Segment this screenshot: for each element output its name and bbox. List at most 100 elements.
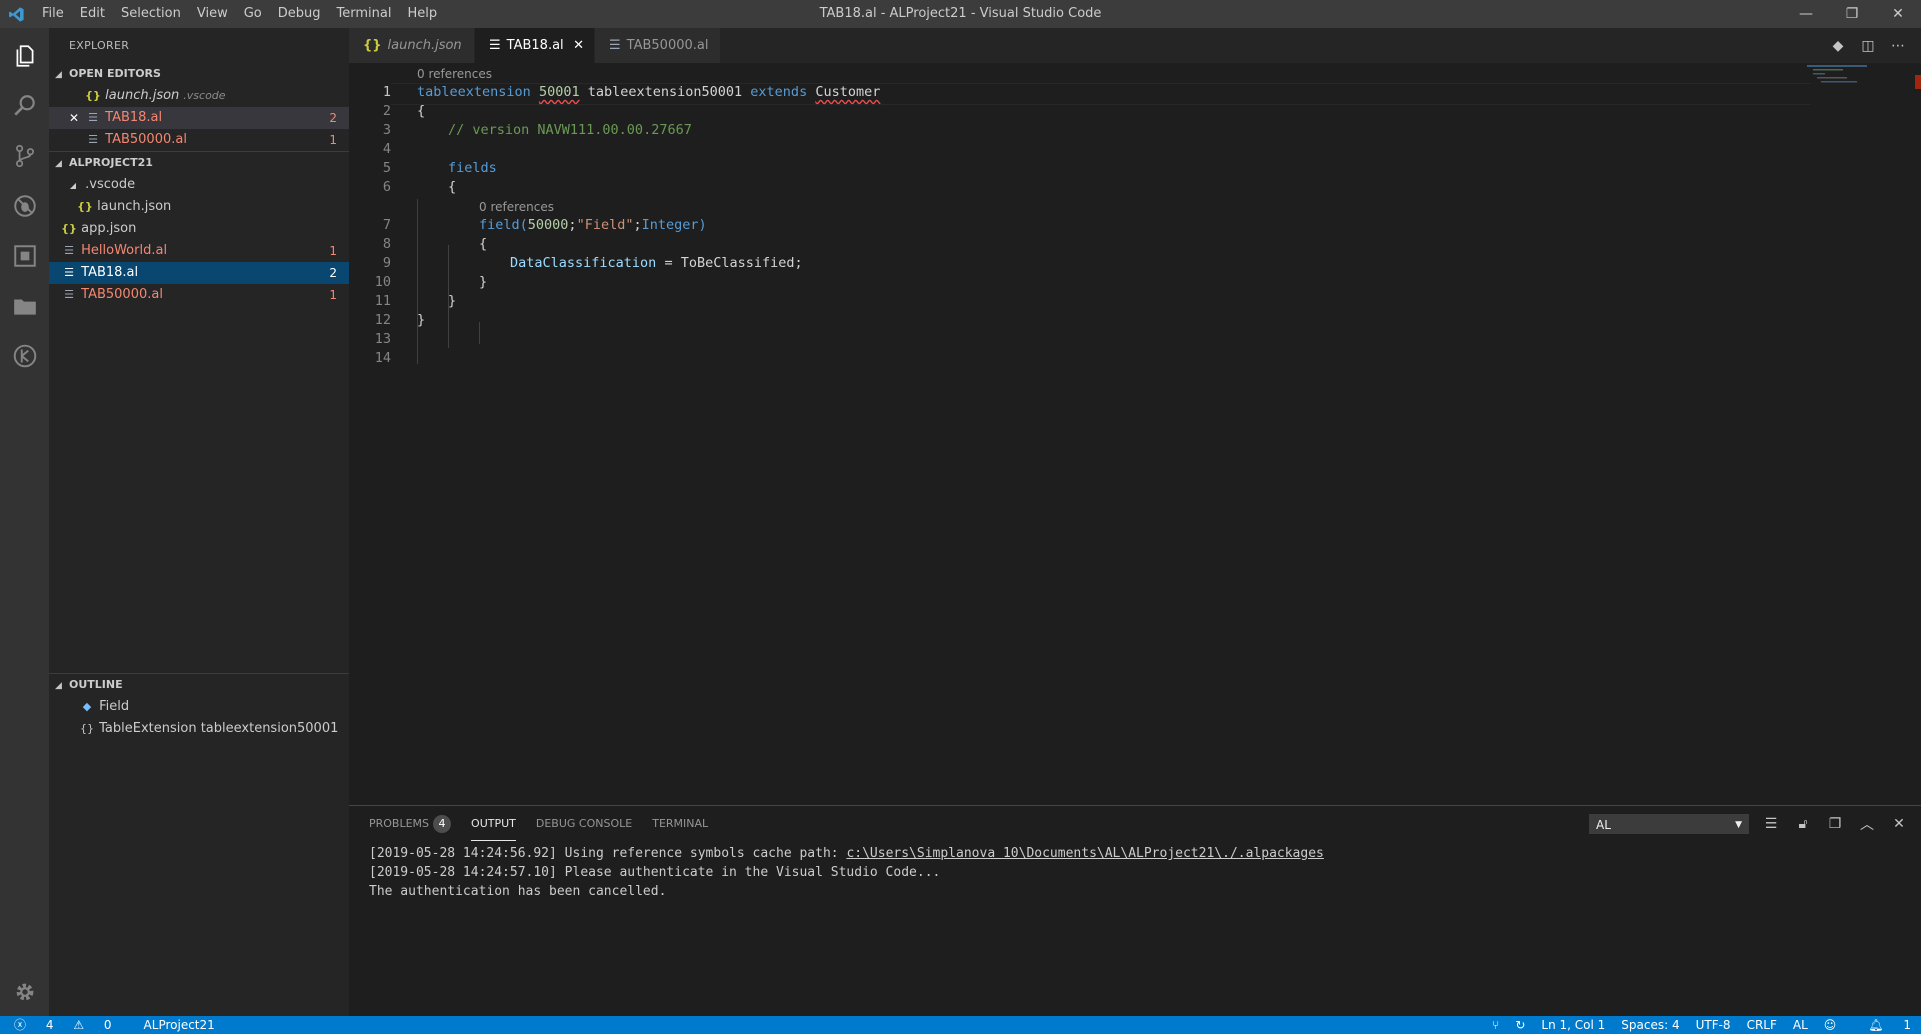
code-line: field(50000;"Field";Integer): [479, 217, 707, 233]
tree-file[interactable]: ☰ HelloWorld.al 1: [49, 240, 349, 262]
code-line: }: [479, 274, 488, 290]
explorer-activity[interactable]: [0, 32, 49, 80]
clear-output-icon[interactable]: ☰: [1755, 816, 1787, 832]
bottom-panel: PROBLEMS 4 OUTPUT DEBUG CONSOLE TERMINAL …: [349, 805, 1921, 1016]
tree-file[interactable]: ☰ TAB50000.al 1: [49, 284, 349, 306]
explorer-title: EXPLORER: [69, 39, 130, 52]
chevron-down-icon: ◢: [55, 681, 62, 691]
cursor-position[interactable]: Ln 1, Col 1: [1541, 1016, 1605, 1034]
close-window-button[interactable]: ✕: [1875, 0, 1921, 28]
line-number: 1: [382, 84, 391, 100]
notifications-status[interactable]: 🔔︎ 1: [1852, 1016, 1911, 1034]
open-editor-item[interactable]: {} launch.json .vscode: [49, 85, 349, 107]
tree-file[interactable]: {} app.json: [49, 218, 349, 240]
outline-header[interactable]: ◢ OUTLINE: [49, 673, 349, 696]
output-line: The authentication has been cancelled.: [369, 884, 667, 899]
feedback-smiley-icon[interactable]: ☺: [1824, 1016, 1837, 1034]
tab-tab50000-al[interactable]: ☰ TAB50000.al: [595, 28, 721, 63]
more-actions-icon[interactable]: ⋯: [1883, 38, 1913, 54]
editor-actions: ◆ ◫ ⋯: [1823, 28, 1913, 63]
codelens-references[interactable]: 0 references: [479, 199, 554, 216]
manage-activity[interactable]: [0, 968, 49, 1016]
project-header[interactable]: ◢ ALPROJECT21: [49, 151, 349, 174]
project-status[interactable]: ALProject21: [144, 1016, 215, 1034]
al-file-icon: ☰: [88, 133, 98, 146]
al-file-icon: ☰: [609, 38, 621, 53]
tab-launch-json[interactable]: {} launch.json: [349, 28, 475, 63]
outline-item[interactable]: ◆ Field: [49, 696, 349, 718]
search-activity[interactable]: [0, 82, 49, 130]
al-file-icon: ☰: [64, 288, 74, 301]
tab-tab18-al[interactable]: ☰ TAB18.al ✕: [475, 28, 595, 63]
status-bar: ⓧ 4 ⚠ 0 ALProject21 ⑂ ↻ Ln 1, Col 1 Spac…: [0, 1016, 1921, 1034]
problem-count-badge: 1: [329, 288, 337, 302]
outline-item[interactable]: {} TableExtension tableextension50001: [49, 718, 349, 740]
tab-debug-console[interactable]: DEBUG CONSOLE: [536, 806, 632, 841]
json-file-icon: {}: [363, 38, 382, 53]
tab-terminal[interactable]: TERMINAL: [652, 806, 708, 841]
warning-icon: ⚠: [73, 1018, 85, 1032]
files-icon: [16, 45, 33, 67]
language-status[interactable]: AL: [1793, 1016, 1808, 1034]
minimize-button[interactable]: —: [1783, 0, 1829, 28]
al-explorer-icon: [13, 344, 36, 368]
minimap[interactable]: [1807, 63, 1907, 103]
tab-output[interactable]: OUTPUT: [471, 806, 516, 841]
branch-icon[interactable]: ⑂: [1492, 1016, 1499, 1034]
open-editor-item[interactable]: ☰ TAB50000.al 1: [49, 129, 349, 151]
sync-icon[interactable]: ↻: [1515, 1016, 1525, 1034]
tree-file-selected[interactable]: ☰ TAB18.al 2: [49, 262, 349, 284]
code-line: }: [417, 312, 426, 328]
restore-button[interactable]: ❐: [1829, 0, 1875, 28]
indentation-status[interactable]: Spaces: 4: [1621, 1016, 1679, 1034]
maximize-panel-icon[interactable]: ︿: [1851, 814, 1883, 834]
close-panel-icon[interactable]: ✕: [1883, 816, 1915, 832]
json-file-icon: {}: [85, 89, 101, 102]
bell-icon: 🔔︎: [1868, 1018, 1884, 1032]
problem-count-badge: 1: [329, 133, 337, 147]
json-file-icon: {}: [77, 200, 93, 213]
editor-tabs: {} launch.json ☰ TAB18.al ✕ ☰ TAB50000.al ◆…: [349, 28, 1921, 63]
encoding-status[interactable]: UTF-8: [1696, 1016, 1731, 1034]
field-symbol-icon: ◆: [82, 700, 92, 713]
close-icon[interactable]: ✕: [573, 28, 584, 63]
problem-count-badge: 2: [329, 111, 337, 125]
source-control-activity[interactable]: [0, 132, 49, 180]
folder-activity[interactable]: [0, 282, 49, 330]
open-editor-item[interactable]: ✕ ☰ TAB18.al 2: [49, 107, 349, 129]
line-number: 13: [374, 331, 391, 347]
code-line: {: [417, 103, 426, 119]
cache-path-link[interactable]: c:\Users\Simplanova 10\Documents\AL\ALPr…: [846, 846, 1323, 861]
code-editor[interactable]: 1 2 3 4 5 6 7 8 9 10 11 12 13 14 0 refer…: [349, 63, 1921, 805]
code-line: tableextension 50001 tableextension50001…: [417, 84, 881, 100]
title-bar: File Edit Selection View Go Debug Termin…: [0, 0, 1921, 28]
extensions-activity[interactable]: [0, 232, 49, 280]
tree-folder[interactable]: ◢ .vscode: [49, 174, 349, 196]
tab-problems[interactable]: PROBLEMS 4: [369, 806, 452, 841]
close-icon[interactable]: ✕: [69, 107, 79, 129]
window-title: TAB18.al - ALProject21 - Visual Studio C…: [819, 6, 1102, 21]
search-icon: [13, 95, 35, 116]
open-changes-icon[interactable]: ◆: [1823, 38, 1853, 54]
code-line: {: [448, 179, 457, 195]
problems-status[interactable]: ⓧ 4 ⚠ 0: [14, 1016, 128, 1034]
source-control-icon: [15, 144, 34, 168]
code-line: // version NAVW111.00.00.27667: [448, 122, 692, 138]
al-explorer-activity[interactable]: [0, 332, 49, 380]
window-controls: — ❐ ✕: [1783, 0, 1921, 28]
debug-activity[interactable]: [0, 182, 49, 230]
tree-file[interactable]: {} launch.json: [49, 196, 349, 218]
line-number: 3: [382, 122, 391, 138]
output-line: [2019-05-28 14:24:56.92] Using reference…: [369, 846, 1324, 861]
eol-status[interactable]: CRLF: [1747, 1016, 1777, 1034]
output-channel-select[interactable]: AL ▼: [1589, 814, 1749, 834]
al-file-icon: ☰: [64, 244, 74, 257]
line-number: 10: [374, 274, 391, 290]
codelens-references[interactable]: 0 references: [417, 66, 492, 83]
open-editors-header[interactable]: ◢ OPEN EDITORS: [49, 63, 349, 85]
lock-scroll-icon[interactable]: 🔓︎: [1787, 816, 1819, 832]
al-file-icon: ☰: [489, 38, 501, 53]
open-log-icon[interactable]: ❐: [1819, 816, 1851, 832]
line-number: 8: [382, 236, 391, 252]
split-editor-icon[interactable]: ◫: [1853, 38, 1883, 54]
